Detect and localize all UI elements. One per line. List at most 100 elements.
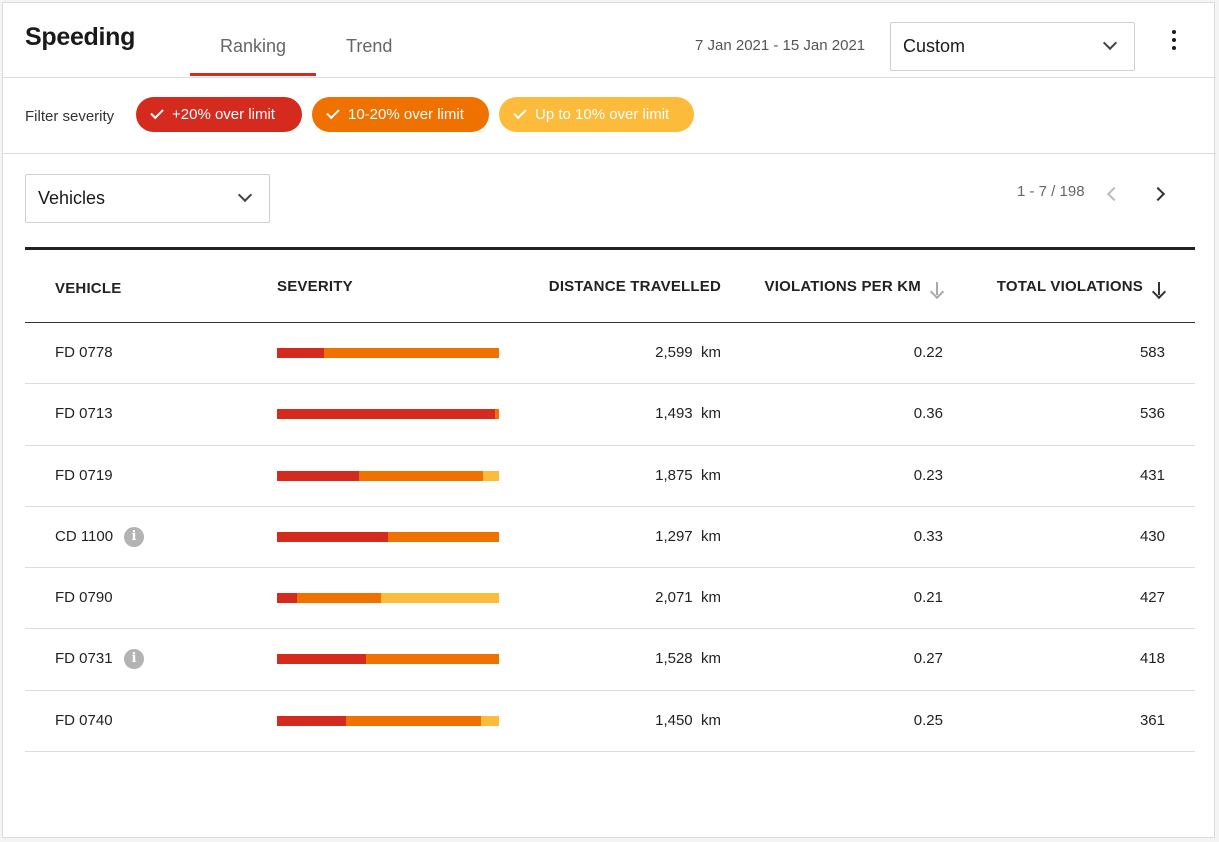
table-row[interactable]: FD 0740 1,450 km 0.25 361 (25, 691, 1195, 753)
severity-bar (277, 470, 499, 481)
table-row[interactable]: FD 0790 2,071 km 0.21 427 (25, 568, 1195, 630)
next-page-button[interactable] (1150, 185, 1171, 205)
total-violations-value: 583 (1139, 344, 1165, 361)
period-select-value: Custom (903, 36, 966, 56)
violations-per-km-value: 0.22 (913, 344, 943, 361)
info-icon[interactable]: i (124, 526, 144, 547)
severity-bar (277, 409, 499, 420)
violations-per-km-value: 0.23 (913, 466, 943, 484)
page-title: Speeding (25, 23, 136, 51)
chip-over-20[interactable]: +20% over limit (136, 97, 302, 132)
chip-10-20[interactable]: 10-20% over limit (312, 97, 489, 132)
period-select[interactable]: Custom (890, 22, 1135, 71)
info-icon[interactable]: i (124, 649, 144, 670)
table-body: FD 0778 2,599 km 0.22 583 FD 0713 1,493 km 0.3… (25, 323, 1195, 753)
severity-bar (277, 715, 499, 726)
severity-segment-10-20 (359, 470, 484, 481)
severity-segment-10-20 (345, 715, 482, 726)
column-header-distance[interactable]: DISTANCE TRAVELLED (549, 278, 721, 295)
entity-select-value: Vehicles (38, 188, 106, 208)
vehicle-name[interactable]: FD 0778 (55, 344, 113, 361)
kebab-icon[interactable] (1166, 30, 1182, 54)
table-row[interactable]: FD 0719 1,875 km 0.23 431 (25, 446, 1195, 507)
distance-value: 1,493 km (655, 405, 721, 423)
severity-segment-10-20 (296, 593, 382, 604)
table-row[interactable]: FD 0713 1,493 km 0.36 536 (25, 384, 1195, 446)
chip-label: 10-20% over limit (348, 106, 464, 123)
card-header: Speeding Ranking Trend 7 Jan 2021 - 15 J… (3, 3, 1216, 78)
severity-segment-over-20 (277, 348, 324, 358)
severity-bar (277, 531, 499, 542)
sort-arrow-down-icon[interactable] (929, 282, 945, 300)
column-header-violations-per-km[interactable]: VIOLATIONS PER KM (765, 278, 921, 295)
active-tab-indicator (190, 73, 316, 76)
violations-per-km-value: 0.21 (913, 589, 943, 607)
tab-ranking[interactable]: Ranking (220, 36, 286, 57)
severity-segment-over-20 (277, 593, 297, 604)
chevron-left-icon (1106, 186, 1122, 202)
total-violations-value: 430 (1139, 527, 1165, 545)
distance-value: 1,450 km (655, 711, 721, 729)
tab-trend[interactable]: Trend (346, 36, 392, 57)
check-icon (150, 105, 164, 120)
vehicle-name[interactable]: FD 0731 (55, 650, 113, 667)
chevron-right-icon (1150, 186, 1166, 202)
prev-page-button[interactable] (1103, 185, 1122, 205)
violations-per-km-value: 0.25 (913, 711, 943, 729)
ranking-table: VEHICLE SEVERITY DISTANCE TRAVELLED VIOL… (25, 247, 1195, 753)
severity-segment-over-20 (277, 531, 388, 542)
distance-value: 1,875 km (655, 466, 721, 484)
vehicle-name[interactable]: FD 0719 (55, 467, 113, 484)
chip-up-to-10[interactable]: Up to 10% over limit (499, 97, 694, 132)
total-violations-value: 536 (1139, 405, 1165, 423)
table-row[interactable]: CD 1100 i 1,297 km 0.33 430 (25, 507, 1195, 569)
distance-value: 1,297 km (655, 527, 721, 545)
severity-segment-over-20 (277, 654, 366, 665)
check-icon (513, 105, 527, 120)
table-row[interactable]: FD 0778 2,599 km 0.22 583 (25, 323, 1195, 385)
severity-segment-10-20 (388, 531, 499, 542)
severity-bar (277, 348, 499, 358)
total-violations-value: 427 (1139, 589, 1165, 607)
severity-segment-10-20 (323, 348, 499, 358)
severity-segment-over-20 (277, 470, 360, 481)
chip-label: Up to 10% over limit (535, 106, 670, 123)
severity-filter-bar: Filter severity +20% over limit 10-20% o… (3, 78, 1216, 154)
sort-arrow-down-icon[interactable] (1151, 282, 1167, 300)
vehicle-name[interactable]: CD 1100 (55, 528, 113, 545)
violations-per-km-value: 0.27 (913, 650, 943, 668)
table-row[interactable]: FD 0731 i 1,528 km 0.27 418 (25, 629, 1195, 691)
table-header: VEHICLE SEVERITY DISTANCE TRAVELLED VIOL… (25, 247, 1195, 323)
severity-segment-up-to-10 (381, 593, 499, 604)
severity-segment-over-20 (277, 409, 495, 420)
vehicle-name[interactable]: FD 0713 (55, 405, 113, 422)
chevron-down-icon (1102, 35, 1118, 51)
distance-value: 1,528 km (655, 650, 721, 668)
severity-segment-10-20 (365, 654, 499, 665)
vehicle-name[interactable]: FD 0740 (55, 712, 113, 729)
filter-severity-label: Filter severity (25, 108, 115, 125)
chip-label: +20% over limit (172, 106, 275, 123)
violations-per-km-value: 0.33 (913, 527, 943, 545)
date-range: 7 Jan 2021 - 15 Jan 2021 (695, 37, 866, 54)
total-violations-value: 418 (1139, 650, 1165, 668)
speeding-card: Speeding Ranking Trend 7 Jan 2021 - 15 J… (2, 2, 1216, 838)
pagination-label: 1 - 7 / 198 (1017, 183, 1085, 200)
severity-segment-over-20 (277, 715, 346, 726)
severity-segment-10-20 (494, 409, 499, 420)
severity-bar (277, 654, 499, 665)
total-violations-value: 361 (1139, 711, 1165, 729)
column-header-severity[interactable]: SEVERITY (277, 278, 353, 295)
severity-segment-up-to-10 (481, 715, 499, 726)
column-header-vehicle[interactable]: VEHICLE (55, 280, 121, 297)
vehicle-name[interactable]: FD 0790 (55, 589, 113, 606)
total-violations-value: 431 (1139, 466, 1165, 484)
distance-value: 2,071 km (655, 589, 721, 607)
distance-value: 2,599 km (655, 344, 721, 361)
chevron-down-icon (237, 187, 253, 203)
entity-select[interactable]: Vehicles (25, 174, 270, 223)
check-icon (326, 105, 340, 120)
column-header-total-violations[interactable]: TOTAL VIOLATIONS (997, 278, 1143, 295)
violations-per-km-value: 0.36 (913, 405, 943, 423)
severity-segment-up-to-10 (483, 470, 499, 481)
